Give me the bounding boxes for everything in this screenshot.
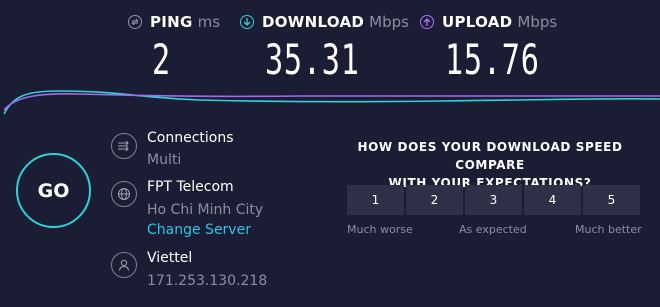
connections-icon [111, 133, 137, 159]
download-value: 35.31 [265, 35, 360, 84]
go-button[interactable]: GO [16, 153, 91, 228]
user-icon [111, 252, 137, 278]
connections-title: Connections [147, 130, 234, 146]
download-label: DOWNLOAD [262, 13, 365, 31]
globe-icon [111, 181, 137, 207]
provider-ip: 171.253.130.218 [147, 273, 268, 289]
scale-label-low: Much worse [347, 223, 413, 236]
upload-metric: UPLOAD Mbps 15.76 [420, 10, 558, 82]
rating-button-5[interactable]: 5 [583, 185, 640, 215]
rating-button-2[interactable]: 2 [406, 185, 463, 215]
ping-icon [128, 15, 142, 29]
download-metric: DOWNLOAD Mbps 35.31 [240, 10, 409, 82]
rating-button-3[interactable]: 3 [465, 185, 522, 215]
server-name: FPT Telecom [147, 179, 234, 195]
scale-label-high: Much better [575, 223, 642, 236]
rating-scale: 1 2 3 4 5 [347, 185, 640, 215]
ping-label: PING [150, 13, 193, 31]
upload-value: 15.76 [445, 35, 540, 84]
scale-label-mid: As expected [459, 223, 527, 236]
ping-metric: PING ms 2 [128, 10, 221, 82]
ping-unit: ms [197, 13, 221, 31]
speed-graph [3, 90, 660, 115]
survey-question: HOW DOES YOUR DOWNLOAD SPEED COMPARE WIT… [340, 138, 640, 192]
provider-name: Viettel [147, 250, 193, 266]
change-server-link[interactable]: Change Server [147, 222, 251, 238]
upload-unit: Mbps [517, 13, 558, 31]
server-location: Ho Chi Minh City [147, 202, 264, 218]
rating-button-4[interactable]: 4 [524, 185, 581, 215]
connections-value: Multi [147, 152, 182, 168]
upload-label: UPLOAD [442, 13, 513, 31]
upload-arrow-icon [420, 15, 434, 29]
rating-button-1[interactable]: 1 [347, 185, 404, 215]
survey-question-line1: HOW DOES YOUR DOWNLOAD SPEED COMPARE [357, 140, 623, 172]
download-unit: Mbps [369, 13, 409, 31]
download-arrow-icon [240, 15, 254, 29]
ping-value: 2 [152, 35, 171, 84]
